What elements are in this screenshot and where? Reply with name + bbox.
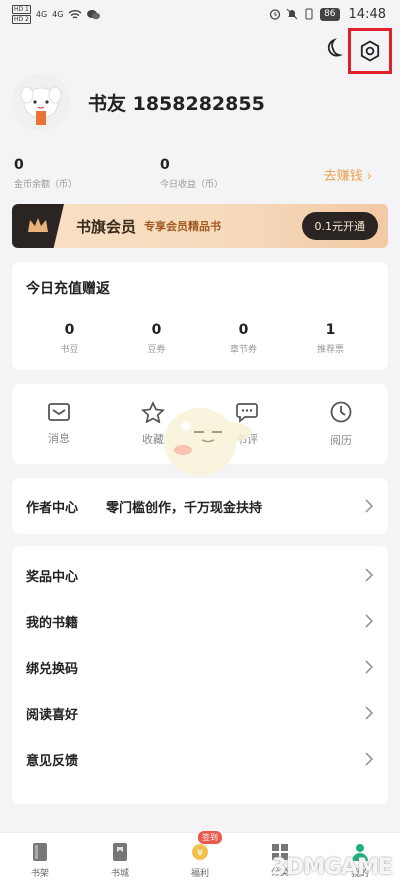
bookshelf-icon [33, 843, 47, 861]
sim-indicator: HD 1 HD 2 [12, 4, 31, 24]
comment-icon [236, 403, 258, 423]
chevron-right-icon [365, 660, 374, 674]
clock: 14:48 [348, 6, 386, 22]
tab-bookstore[interactable]: 书城 [80, 833, 160, 888]
mute-icon [286, 8, 298, 20]
chevron-right-icon [365, 499, 374, 513]
reviews-button[interactable]: 书评 [200, 401, 294, 447]
bookstore-icon [113, 843, 127, 861]
alarm-icon [269, 9, 281, 20]
vip-banner[interactable]: 书旗会员 专享会员精品书 0.1元开通 [12, 204, 388, 248]
messages-button[interactable]: 消息 [12, 402, 106, 446]
avatar-image [12, 73, 70, 131]
recharge-title: 今日充值赠返 [26, 281, 110, 297]
author-center-row[interactable]: 作者中心 零门槛创作，千万现金扶持 [12, 478, 388, 534]
author-center-desc: 零门槛创作，千万现金扶持 [106, 500, 263, 516]
vip-open-button[interactable]: 0.1元开通 [301, 212, 378, 240]
quick-actions: 消息 收藏 书评 阅历 [12, 384, 388, 464]
signal-2: 4G [52, 9, 64, 19]
menu-item-my-books[interactable]: 我的书籍 [12, 598, 388, 644]
favorites-button[interactable]: 收藏 [106, 401, 200, 447]
menu-item-prizes[interactable]: 奖品中心 [12, 552, 388, 598]
author-center-title: 作者中心 [26, 500, 79, 516]
chevron-right-icon [365, 752, 374, 766]
battery-level: 86 [320, 7, 340, 21]
chevron-right-icon [365, 568, 374, 582]
sign-in-badge[interactable]: 签到 [198, 831, 222, 844]
settings-icon[interactable] [359, 40, 381, 62]
coin-balance[interactable]: 0 金币余额（币） [14, 157, 160, 190]
tab-welfare[interactable]: 签到 ¥ 福利 [160, 831, 240, 888]
history-button[interactable]: 阅历 [294, 400, 388, 448]
crown-icon [28, 218, 48, 232]
menu-item-feedback[interactable]: 意见反馈 [12, 736, 388, 782]
menu-item-redeem-code[interactable]: 绑兑换码 [12, 644, 388, 690]
chapter-coupon-stat[interactable]: 0 章节券 [200, 322, 287, 355]
settings-highlight[interactable] [348, 28, 392, 74]
wechat-icon [87, 9, 101, 19]
recharge-card: 今日充值赠返 0 书豆 0 豆券 0 章节券 1 推荐票 [12, 262, 388, 370]
recommend-ticket-stat[interactable]: 1 推荐票 [287, 322, 374, 355]
vibrate-icon [305, 8, 313, 20]
chevron-right-icon [365, 614, 374, 628]
welfare-icon: ¥ [192, 844, 208, 860]
profile-header[interactable]: 书友 1858282855 [0, 72, 400, 132]
history-icon [330, 401, 352, 423]
signal-1: 4G [35, 9, 48, 19]
vip-badge [12, 204, 64, 248]
tab-bookshelf[interactable]: 书架 [0, 833, 80, 888]
chevron-right-icon [365, 706, 374, 720]
star-icon [141, 401, 165, 423]
avatar[interactable] [12, 73, 70, 131]
earn-money-link[interactable]: 去赚钱 › [324, 165, 372, 184]
night-mode-icon[interactable] [322, 38, 344, 60]
wifi-icon [68, 9, 82, 19]
menu-list: 奖品中心 我的书籍 绑兑换码 阅读喜好 意见反馈 [12, 546, 388, 804]
coin-stats: 0 金币余额（币） 0 今日收益（币） 去赚钱 › [0, 152, 400, 190]
beans-stat[interactable]: 0 书豆 [26, 322, 113, 355]
bottom-tab-bar: 书架 书城 签到 ¥ 福利 分类 我的 3DMGAME [0, 831, 400, 888]
watermark: 3DMGAME [271, 855, 393, 880]
today-earnings[interactable]: 0 今日收益（币） [160, 157, 306, 190]
svg-text:¥: ¥ [197, 848, 203, 859]
bean-coupon-stat[interactable]: 0 豆券 [113, 322, 200, 355]
username[interactable]: 书友 1858282855 [88, 89, 265, 116]
vip-subtitle: 专享会员精品书 [144, 220, 222, 233]
menu-item-reading-prefs[interactable]: 阅读喜好 [12, 690, 388, 736]
vip-title: 书旗会员 [76, 217, 137, 236]
message-icon [48, 403, 70, 421]
status-bar: HD 1 HD 2 4G 4G 86 14:48 [0, 0, 400, 28]
